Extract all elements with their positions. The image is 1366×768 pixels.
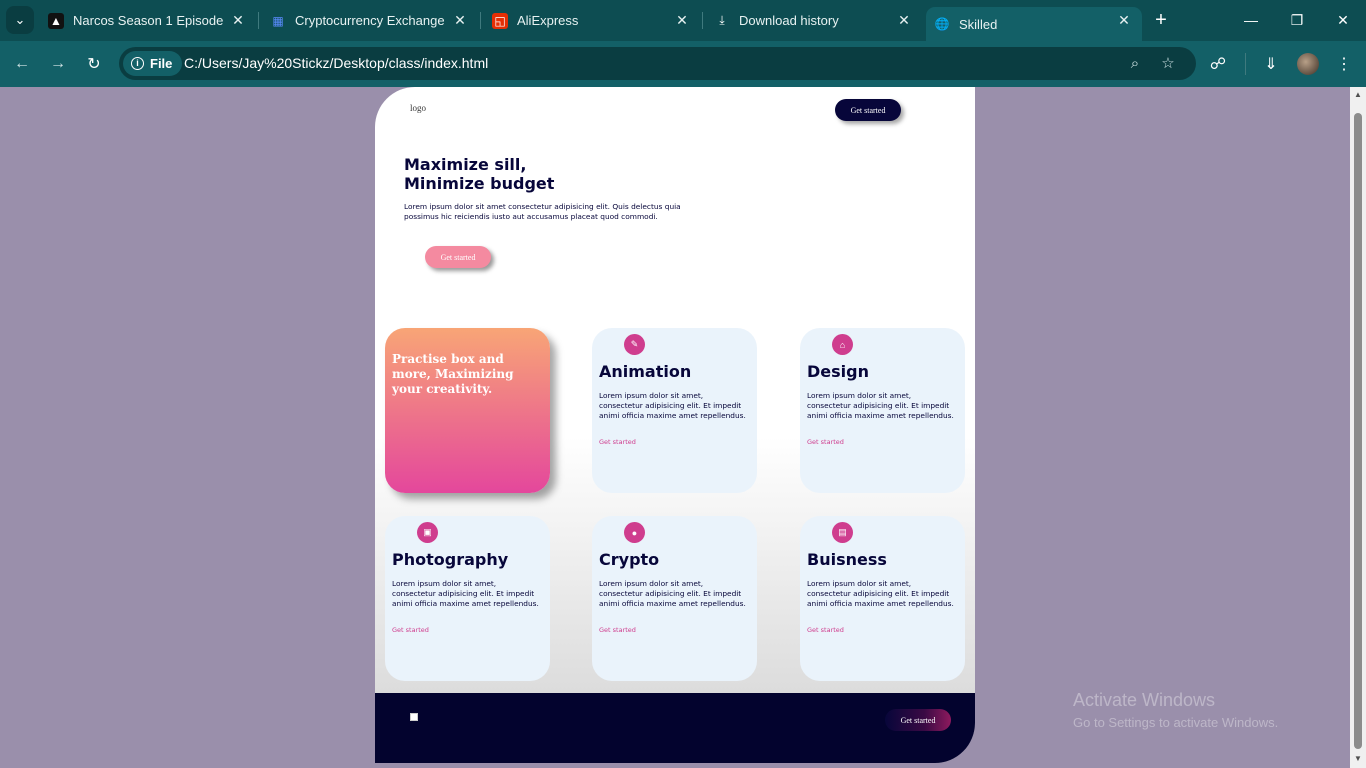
tab-title: Narcos Season 1 Episode 7 F [73,13,223,28]
new-tab-button[interactable]: + [1150,9,1172,31]
card-get-started-link[interactable]: Get started [807,438,844,446]
broken-image-icon [410,713,418,721]
tab-search-button[interactable]: ⌄ [6,6,34,34]
download-icon: ⤓ [719,13,725,27]
animation-icon: ✎ [624,334,645,355]
camera-icon: ▣ [417,522,438,543]
back-button[interactable]: ← [9,51,35,77]
menu-icon[interactable]: ⋮ [1332,52,1356,76]
card-text: Lorem ipsum dolor sit amet, consectetur … [807,391,954,420]
logo-image: logo [410,103,427,113]
avatar[interactable] [1297,53,1319,75]
tab-strip: ⌄ ▲ Narcos Season 1 Episode 7 F ✕ ▦ Cryp… [0,0,1366,41]
close-icon[interactable]: ✕ [1116,12,1132,28]
card-text: Lorem ipsum dolor sit amet, consectetur … [807,579,954,608]
card-text: Lorem ipsum dolor sit amet, consectetur … [599,579,746,608]
close-icon: ✕ [1337,11,1349,28]
zoom-icon[interactable]: ⌕ [1125,54,1145,74]
tab-narcos[interactable]: ▲ Narcos Season 1 Episode 7 F ✕ [42,0,256,41]
coin-icon: ● [624,522,645,543]
card-animation: ✎ Animation Lorem ipsum dolor sit amet, … [592,328,757,493]
toolbar-divider [1245,53,1246,75]
tab-divider [480,12,481,29]
web-viewport: logo Get started Maximize sill, Minimize… [0,87,1366,768]
reload-icon: ↻ [87,56,101,73]
close-window-button[interactable]: ✕ [1320,0,1366,40]
scroll-up-icon[interactable]: ▲ [1354,91,1362,99]
tab-title: Download history [739,13,839,28]
restore-icon: ❐ [1290,11,1304,28]
arrow-right-icon: → [50,55,66,72]
url-text[interactable]: C:/Users/Jay%20Stickz/Desktop/class/inde… [184,55,488,71]
browser-toolbar: ← → ↻ i File C:/Users/Jay%20Stickz/Deskt… [0,41,1366,87]
tab-title: Cryptocurrency Exchange to [295,13,445,28]
footer-get-started-button[interactable]: Get started [885,709,951,731]
close-icon[interactable]: ✕ [896,12,912,28]
tab-title: AliExpress [517,13,579,28]
exchange-icon: ▦ [272,13,284,28]
card-get-started-link[interactable]: Get started [392,626,429,634]
activate-windows-subtitle: Go to Settings to activate Windows. [1073,715,1279,730]
card-text: Lorem ipsum dolor sit amet, consectetur … [392,579,539,608]
card-business: ▤ Buisness Lorem ipsum dolor sit amet, c… [800,516,965,681]
hero-title-line1: Maximize sill, [404,155,527,174]
chart-icon: ▤ [832,522,853,543]
close-icon[interactable]: ✕ [452,12,468,28]
home-icon: ⌂ [832,334,853,355]
globe-icon: 🌐 [934,17,950,31]
reload-button[interactable]: ↻ [81,51,107,77]
card-get-started-link[interactable]: Get started [599,626,636,634]
tab-aliexpress[interactable]: ◱ AliExpress ✕ [486,0,700,41]
info-icon: i [131,57,144,70]
card-get-started-link[interactable]: Get started [599,438,636,446]
extensions-icon[interactable]: ☍ [1206,52,1230,76]
skilled-page: logo Get started Maximize sill, Minimize… [375,87,975,763]
aliexpress-icon: ◱ [492,12,508,29]
tab-crypto[interactable]: ▦ Cryptocurrency Exchange to ✕ [264,0,478,41]
close-icon[interactable]: ✕ [230,12,246,28]
minimize-icon: — [1244,12,1258,28]
file-chip-label: File [150,56,173,71]
hero-description: Lorem ipsum dolor sit amet consectetur a… [404,202,681,221]
tab-skilled[interactable]: 🌐 Skilled ✕ [926,7,1142,41]
header-get-started-button[interactable]: Get started [835,99,901,121]
card-title: Crypto [599,550,660,569]
scroll-down-icon[interactable]: ▼ [1354,755,1362,763]
card-crypto: ● Crypto Lorem ipsum dolor sit amet, con… [592,516,757,681]
forward-button[interactable]: → [45,51,71,77]
feature-card: Practise box and more, Maximizing your c… [385,328,550,493]
arrow-left-icon: ← [14,55,30,72]
card-title: Design [807,362,869,381]
close-icon[interactable]: ✕ [674,12,690,28]
activate-windows-title: Activate Windows [1073,690,1216,710]
minimize-button[interactable]: — [1228,0,1274,40]
card-design: ⌂ Design Lorem ipsum dolor sit amet, con… [800,328,965,493]
tab-title: Skilled [959,16,998,32]
scroll-thumb[interactable] [1354,113,1362,749]
plus-icon: + [1155,9,1167,31]
download-icon[interactable]: ⇓ [1259,52,1283,76]
card-photography: ▣ Photography Lorem ipsum dolor sit amet… [385,516,550,681]
tab-divider [258,12,259,29]
feature-card-text: Practise box and more, Maximizing your c… [392,352,514,396]
chevron-down-icon: ⌄ [14,12,26,27]
tab-downloads[interactable]: ⤓ Download history ✕ [708,0,922,41]
film-icon: ▲ [48,12,64,29]
star-icon[interactable]: ☆ [1158,54,1178,74]
hero-title: Maximize sill, Minimize budget [404,155,554,193]
card-title: Buisness [807,550,887,569]
address-bar[interactable]: i File C:/Users/Jay%20Stickz/Desktop/cla… [119,47,1196,80]
restore-button[interactable]: ❐ [1274,0,1320,40]
vertical-scrollbar[interactable]: ▲ ▼ [1350,87,1366,768]
tab-divider [702,12,703,29]
card-title: Photography [392,550,509,569]
card-title: Animation [599,362,692,381]
hero-get-started-button[interactable]: Get started [425,246,491,268]
page-footer: Get started [375,693,975,763]
card-get-started-link[interactable]: Get started [807,626,844,634]
site-info-chip[interactable]: i File [123,51,183,76]
card-text: Lorem ipsum dolor sit amet, consectetur … [599,391,746,420]
hero-title-line2: Minimize budget [404,174,555,193]
